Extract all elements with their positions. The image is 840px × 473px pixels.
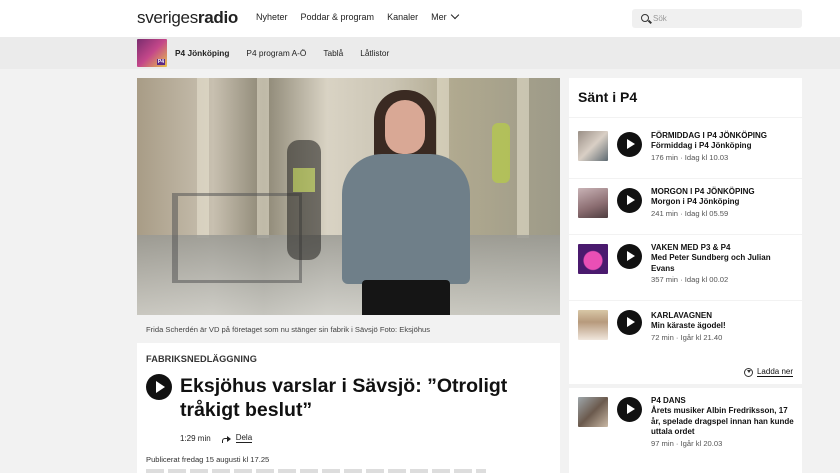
episode-item[interactable]: VAKEN MED P3 & P4 Med Peter Sundberg och… [569, 235, 802, 300]
main-nav: Nyheter Poddar & program Kanaler Mer [256, 10, 471, 22]
nav-mer-label: Mer [431, 12, 447, 22]
episode-thumbnail [578, 188, 608, 218]
subnav-program-a-o[interactable]: P4 program A-Ö [246, 48, 306, 58]
nav-kanaler[interactable]: Kanaler [387, 12, 418, 22]
episode-play-button[interactable] [617, 310, 642, 335]
episode-title[interactable]: Min käraste ägodel! [651, 321, 796, 332]
episode-thumbnail [578, 131, 608, 161]
channel-thumbnail[interactable] [137, 39, 167, 67]
episode-item[interactable]: FÖRMIDDAG I P4 JÖNKÖPING Förmiddag i P4 … [569, 118, 802, 178]
episode-thumbnail [578, 397, 608, 427]
download-button[interactable]: Ladda ner [743, 367, 793, 377]
episode-item[interactable]: KARLAVAGNEN Min käraste ägodel! 72 min ·… [569, 301, 802, 384]
episode-info: 357 min · Idag kl 00.02 [651, 275, 729, 284]
episode-program[interactable]: VAKEN MED P3 & P4 [651, 242, 796, 253]
search-icon [641, 14, 649, 22]
nav-mer[interactable]: Mer [431, 10, 459, 22]
top-bar: sverigesradio Nyheter Poddar & program K… [0, 0, 840, 37]
image-caption: Frida Scherdén är VD på företaget som nu… [137, 315, 560, 343]
episode-play-button[interactable] [617, 244, 642, 269]
episode-info: 176 min · Idag kl 10.03 [651, 152, 729, 162]
episode-title[interactable]: Med Peter Sundberg och Julian Evans [651, 253, 796, 274]
audio-duration: 1:29 min [180, 433, 211, 443]
article-category[interactable]: FABRIKSNEDLÄGGNING [146, 354, 257, 364]
published-date: Publicerat fredag 15 augusti kl 17.25 [146, 455, 270, 464]
article-hero-image [137, 78, 560, 315]
episode-title[interactable]: Årets musiker Albin Fredriksson, 17 år, … [651, 406, 796, 438]
chevron-down-icon [450, 10, 459, 20]
article-meta: 1:29 min Dela [180, 433, 253, 443]
episode-program[interactable]: P4 DANS [651, 395, 796, 406]
episode-info: 241 min · Idag kl 05.59 [651, 208, 729, 218]
episode-info: 72 min · Igår kl 21.40 [651, 332, 723, 342]
sidebar-title: Sänt i P4 [569, 78, 802, 117]
episode-title[interactable]: Morgon i P4 Jönköping [651, 197, 796, 208]
episode-item[interactable]: MORGON I P4 JÖNKÖPING Morgon i P4 Jönköp… [569, 179, 802, 234]
episode-play-button[interactable] [617, 397, 642, 422]
episode-thumbnail [578, 310, 608, 340]
share-button[interactable]: Dela [221, 433, 253, 443]
article-body-preview [146, 469, 486, 473]
channel-subnav: P4 Jönköping P4 program A-Ö Tablå Låtlis… [0, 37, 840, 69]
episode-item[interactable]: P4 DANS Årets musiker Albin Fredriksson,… [569, 388, 802, 473]
subnav-channel[interactable]: P4 Jönköping [175, 48, 229, 58]
article-play-button[interactable] [146, 374, 172, 400]
episode-program[interactable]: FÖRMIDDAG I P4 JÖNKÖPING [651, 130, 796, 141]
nav-nyheter[interactable]: Nyheter [256, 12, 288, 22]
episode-play-button[interactable] [617, 188, 642, 213]
download-label: Ladda ner [756, 367, 793, 377]
episode-info: 97 min · Igår kl 20.03 [651, 438, 723, 448]
subnav-tabla[interactable]: Tablå [323, 48, 343, 58]
subnav-latlistor[interactable]: Låtlistor [360, 48, 389, 58]
search-box[interactable] [632, 9, 802, 28]
share-icon [221, 435, 231, 443]
episode-play-button[interactable] [617, 132, 642, 157]
sant-i-p4-panel: Sänt i P4 FÖRMIDDAG I P4 JÖNKÖPING Förmi… [569, 78, 802, 473]
article-headline: Eksjöhus varslar i Sävsjö: ”Otroligt trå… [180, 375, 508, 421]
episode-program[interactable]: MORGON I P4 JÖNKÖPING [651, 186, 796, 197]
episode-thumbnail [578, 244, 608, 274]
episode-title[interactable]: Förmiddag i P4 Jönköping [651, 141, 796, 152]
nav-poddar-program[interactable]: Poddar & program [301, 12, 375, 22]
article-card: Frida Scherdén är VD på företaget som nu… [137, 78, 560, 473]
episode-program[interactable]: KARLAVAGNEN [651, 310, 796, 321]
share-label: Dela [235, 433, 253, 443]
download-icon [743, 367, 753, 377]
sveriges-radio-logo[interactable]: sverigesradio [137, 8, 238, 28]
search-input[interactable] [653, 12, 793, 25]
logo-text: sveriges [137, 8, 198, 27]
logo-mark: radio [197, 8, 238, 27]
